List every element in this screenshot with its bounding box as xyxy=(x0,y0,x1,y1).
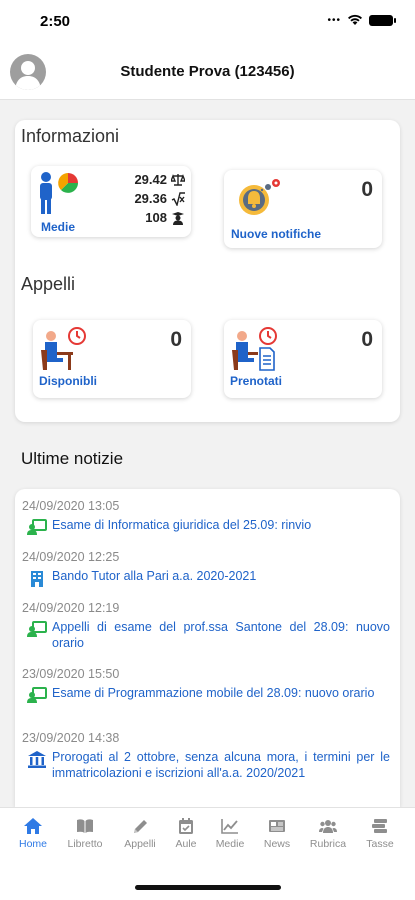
tab-aule[interactable]: Aule xyxy=(161,818,211,850)
student-chart-icon xyxy=(40,172,78,214)
stat-row-arithmetic: 29.36 xyxy=(134,191,185,206)
credits-value: 108 xyxy=(145,210,167,225)
teacher-board-icon xyxy=(22,685,52,703)
disponibili-label: Disponibli xyxy=(39,374,97,388)
tab-medie[interactable]: Medie xyxy=(205,818,255,850)
home-icon xyxy=(24,818,42,834)
appelli-title: Appelli xyxy=(21,274,76,294)
informazioni-title: Informazioni xyxy=(21,126,120,146)
disponibili-count: 0 xyxy=(170,328,182,351)
chart-icon xyxy=(221,819,238,834)
news-item[interactable]: 23/09/2020 15:50 Esame di Programmazione… xyxy=(22,667,390,703)
news-item[interactable]: 24/09/2020 12:19 Appelli di esame del pr… xyxy=(22,601,390,651)
student-name-title: Studente Prova (123456) xyxy=(120,63,295,80)
stat-row-weighted: 29.42 xyxy=(134,172,185,187)
prenotati-label: Prenotati xyxy=(230,374,283,388)
medie-label: Medie xyxy=(41,220,76,234)
tab-appelli-label: Appelli xyxy=(124,838,156,850)
signal-dots-icon: ••• xyxy=(327,14,341,26)
notification-bell-icon xyxy=(239,179,280,215)
tab-appelli[interactable]: Appelli xyxy=(115,818,165,850)
tab-news[interactable]: News xyxy=(252,818,302,850)
tab-home-label: Home xyxy=(18,838,47,850)
book-icon xyxy=(77,819,93,833)
news-title[interactable]: Bando Tutor alla Pari a.a. 2020-2021 xyxy=(52,568,256,584)
arithmetic-average-value: 29.36 xyxy=(134,191,167,206)
tab-news-label: News xyxy=(263,838,291,850)
institution-icon xyxy=(22,749,52,768)
prenotati-count: 0 xyxy=(361,328,373,351)
news-item[interactable]: 23/09/2020 14:38 Prorogati al 2 ottobre,… xyxy=(22,731,390,781)
teacher-board-icon xyxy=(22,517,52,535)
status-time: 2:50 xyxy=(40,13,71,30)
news-date: 24/09/2020 13:05 xyxy=(22,499,120,513)
appelli-prenotati-tile[interactable]: 0 Prenotati xyxy=(224,320,382,398)
news-item[interactable]: 24/09/2020 13:05 Esame di Informatica gi… xyxy=(22,499,390,535)
money-icon xyxy=(372,819,387,833)
battery-icon xyxy=(369,14,396,26)
app-header: Studente Prova (123456) xyxy=(0,44,415,100)
news-title[interactable]: Prorogati al 2 ottobre, senza alcuna mor… xyxy=(52,749,390,781)
tab-medie-label: Medie xyxy=(215,838,245,850)
status-bar: 2:50 ••• xyxy=(0,0,415,44)
calendar-icon xyxy=(179,818,193,834)
news-date: 24/09/2020 12:25 xyxy=(22,550,120,564)
building-icon xyxy=(22,568,52,587)
student-desk-alarm-icon xyxy=(41,327,86,370)
tab-rubrica[interactable]: Rubrica xyxy=(303,818,353,850)
tab-tasse[interactable]: Tasse xyxy=(355,818,405,850)
tab-rubrica-label: Rubrica xyxy=(309,838,347,850)
square-root-icon xyxy=(171,191,185,206)
student-desk-document-icon xyxy=(232,327,277,371)
news-date: 23/09/2020 15:50 xyxy=(22,667,120,681)
teacher-board-icon xyxy=(22,619,52,637)
weighted-average-value: 29.42 xyxy=(134,172,167,187)
people-icon xyxy=(319,820,337,833)
news-list: 24/09/2020 13:05 Esame di Informatica gi… xyxy=(15,489,400,807)
tab-tasse-label: Tasse xyxy=(366,838,394,850)
tab-libretto-label: Libretto xyxy=(67,838,103,850)
wifi-icon xyxy=(348,14,362,25)
news-title[interactable]: Appelli di esame del prof.ssa Santone de… xyxy=(52,619,390,651)
pencil-icon xyxy=(134,820,147,833)
news-date: 24/09/2020 12:19 xyxy=(22,601,120,615)
appelli-disponibili-tile[interactable]: 0 Disponibli xyxy=(33,320,191,398)
notifiche-tile[interactable]: 0 Nuove notifiche xyxy=(224,170,382,248)
info-card: Informazioni Medie 29.42 29.36 108 0 Nuo… xyxy=(15,120,400,422)
medie-tile[interactable]: Medie 29.42 29.36 108 xyxy=(31,166,191,237)
news-section-title: Ultime notizie xyxy=(21,449,124,468)
tab-home[interactable]: Home xyxy=(8,818,58,850)
news-item[interactable]: 24/09/2020 12:25 Bando Tutor alla Pari a… xyxy=(22,550,390,587)
graduate-icon xyxy=(172,211,184,225)
stat-row-credits: 108 xyxy=(145,210,185,225)
notifiche-count: 0 xyxy=(361,178,373,201)
notifiche-label: Nuove notifiche xyxy=(231,227,322,241)
scales-icon xyxy=(171,173,185,186)
news-title[interactable]: Esame di Programmazione mobile del 28.09… xyxy=(52,685,374,701)
news-title[interactable]: Esame di Informatica giuridica del 25.09… xyxy=(52,517,311,533)
news-date: 23/09/2020 14:38 xyxy=(22,731,120,745)
tab-libretto[interactable]: Libretto xyxy=(60,818,110,850)
tab-aule-label: Aule xyxy=(175,838,197,850)
status-icons: ••• xyxy=(327,14,396,26)
newspaper-icon xyxy=(269,820,285,832)
home-indicator[interactable] xyxy=(135,885,281,890)
